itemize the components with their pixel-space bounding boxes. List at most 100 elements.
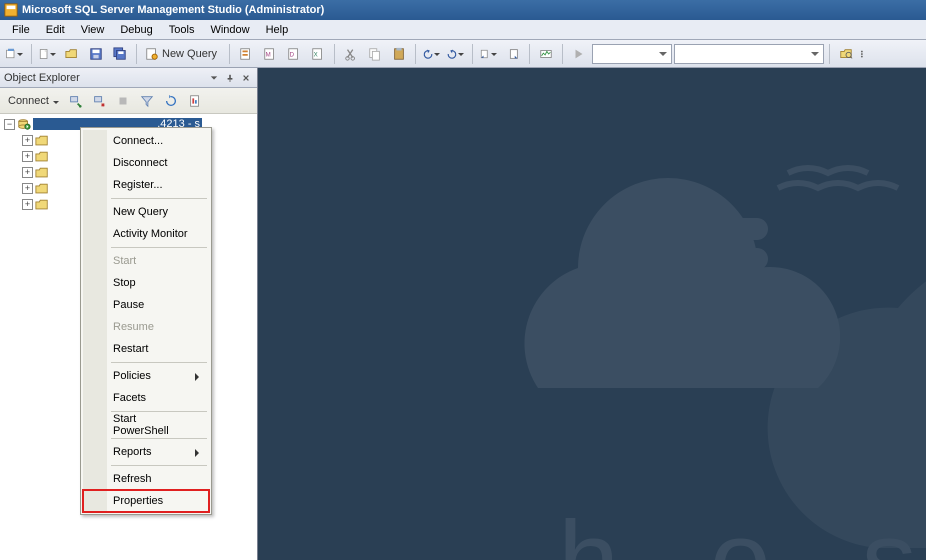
toolbar-separator	[136, 44, 137, 64]
paste-button[interactable]	[388, 43, 410, 65]
menu-tools[interactable]: Tools	[161, 22, 203, 38]
tree-expand-icon[interactable]: +	[22, 199, 33, 210]
titlebar: Microsoft SQL Server Management Studio (…	[0, 0, 926, 20]
execute-button[interactable]	[568, 43, 590, 65]
oe-refresh-icon[interactable]	[161, 91, 181, 111]
nav-forward-button[interactable]	[502, 43, 524, 65]
menu-window[interactable]: Window	[202, 22, 257, 38]
find-button[interactable]	[835, 43, 857, 65]
new-file-button[interactable]	[37, 43, 59, 65]
toolbar-options-button[interactable]	[859, 43, 871, 65]
svg-text:X: X	[314, 51, 318, 58]
toolbar-separator	[829, 44, 830, 64]
tree-expand-icon[interactable]: +	[22, 135, 33, 146]
toolbar-separator	[334, 44, 335, 64]
context-menu-item-disconnect[interactable]: Disconnect	[83, 152, 209, 174]
oe-connect-icon[interactable]	[65, 91, 85, 111]
mdx-query-button[interactable]: M	[259, 43, 281, 65]
context-menu-item-stop[interactable]: Stop	[83, 272, 209, 294]
solution-combo[interactable]	[674, 44, 824, 64]
context-menu-item-policies[interactable]: Policies	[83, 365, 209, 387]
context-menu-item-restart[interactable]: Restart	[83, 338, 209, 360]
context-menu-label: New Query	[113, 206, 168, 218]
nav-back-button[interactable]	[478, 43, 500, 65]
context-menu-item-facets[interactable]: Facets	[83, 387, 209, 409]
panel-pin-icon[interactable]	[223, 71, 237, 85]
oe-connect-button[interactable]: Connect	[4, 93, 61, 109]
menu-file[interactable]: File	[4, 22, 38, 38]
toolbar-separator	[31, 44, 32, 64]
toolbar: New Query M D X	[0, 40, 926, 68]
context-menu-item-reports[interactable]: Reports	[83, 441, 209, 463]
context-menu-label: Pause	[113, 299, 144, 311]
svg-text:M: M	[266, 51, 271, 58]
menu-debug[interactable]: Debug	[112, 22, 160, 38]
context-menu-label: Start	[113, 255, 136, 267]
undo-button[interactable]	[421, 43, 443, 65]
object-explorer-title: Object Explorer	[4, 72, 205, 84]
context-menu-separator	[111, 362, 207, 363]
panel-close-icon[interactable]	[239, 71, 253, 85]
panel-dropdown-icon[interactable]	[207, 71, 221, 85]
context-menu-separator	[111, 438, 207, 439]
oe-stop-icon[interactable]	[113, 91, 133, 111]
de-query-button[interactable]	[235, 43, 257, 65]
app-icon	[4, 3, 18, 17]
context-menu-label: Refresh	[113, 473, 152, 485]
new-query-label: New Query	[162, 48, 217, 60]
oe-filter-icon[interactable]	[137, 91, 157, 111]
window-title: Microsoft SQL Server Management Studio (…	[22, 4, 324, 16]
new-query-button[interactable]: New Query	[142, 43, 224, 65]
server-context-menu: Connect... Disconnect Register... New Query…	[80, 127, 212, 515]
xmla-query-button[interactable]: X	[307, 43, 329, 65]
copy-button[interactable]	[364, 43, 386, 65]
save-button[interactable]	[85, 43, 107, 65]
svg-text:D: D	[290, 51, 295, 58]
toolbar-separator	[229, 44, 230, 64]
context-menu-label: Resume	[113, 321, 154, 333]
context-menu-label: Activity Monitor	[113, 228, 188, 240]
menu-edit[interactable]: Edit	[38, 22, 73, 38]
database-combo[interactable]	[592, 44, 672, 64]
menubar: File Edit View Debug Tools Window Help	[0, 20, 926, 40]
context-menu-item-start: Start	[83, 250, 209, 272]
context-menu-label: Register...	[113, 179, 163, 191]
folder-icon	[35, 166, 49, 178]
context-menu-item-refresh[interactable]: Refresh	[83, 468, 209, 490]
context-menu-item-properties[interactable]: Properties	[83, 490, 209, 512]
object-explorer-toolbar: Connect	[0, 88, 257, 114]
oe-report-icon[interactable]	[185, 91, 205, 111]
context-menu-label: Reports	[113, 446, 152, 458]
activity-monitor-button[interactable]	[535, 43, 557, 65]
redo-button[interactable]	[445, 43, 467, 65]
context-menu-label: Disconnect	[113, 157, 167, 169]
context-menu-label: Start PowerShell	[113, 413, 193, 437]
context-menu-item-activity-monitor[interactable]: Activity Monitor	[83, 223, 209, 245]
toolbar-separator	[529, 44, 530, 64]
cut-button[interactable]	[340, 43, 362, 65]
object-explorer-header: Object Explorer	[0, 68, 257, 88]
dmx-query-button[interactable]: D	[283, 43, 305, 65]
context-menu-item-start-powershell[interactable]: Start PowerShell	[83, 414, 209, 436]
context-menu-label: Stop	[113, 277, 136, 289]
context-menu-item-new-query[interactable]: New Query	[83, 201, 209, 223]
oe-disconnect-icon[interactable]	[89, 91, 109, 111]
tree-expand-icon[interactable]: +	[22, 151, 33, 162]
tree-expand-icon[interactable]: +	[22, 167, 33, 178]
context-menu-item-connect[interactable]: Connect...	[83, 130, 209, 152]
context-menu-separator	[111, 198, 207, 199]
context-menu-separator	[111, 465, 207, 466]
background-watermark: h o s t i n g	[518, 128, 926, 560]
tree-expand-icon[interactable]: +	[22, 183, 33, 194]
menu-view[interactable]: View	[73, 22, 113, 38]
menu-help[interactable]: Help	[258, 22, 297, 38]
context-menu-item-register[interactable]: Register...	[83, 174, 209, 196]
tree-collapse-icon[interactable]: −	[4, 119, 15, 130]
context-menu-item-pause[interactable]: Pause	[83, 294, 209, 316]
toolbar-separator	[562, 44, 563, 64]
new-project-button[interactable]	[4, 43, 26, 65]
context-menu-label: Facets	[113, 392, 146, 404]
open-button[interactable]	[61, 43, 83, 65]
context-menu-label: Restart	[113, 343, 148, 355]
save-all-button[interactable]	[109, 43, 131, 65]
